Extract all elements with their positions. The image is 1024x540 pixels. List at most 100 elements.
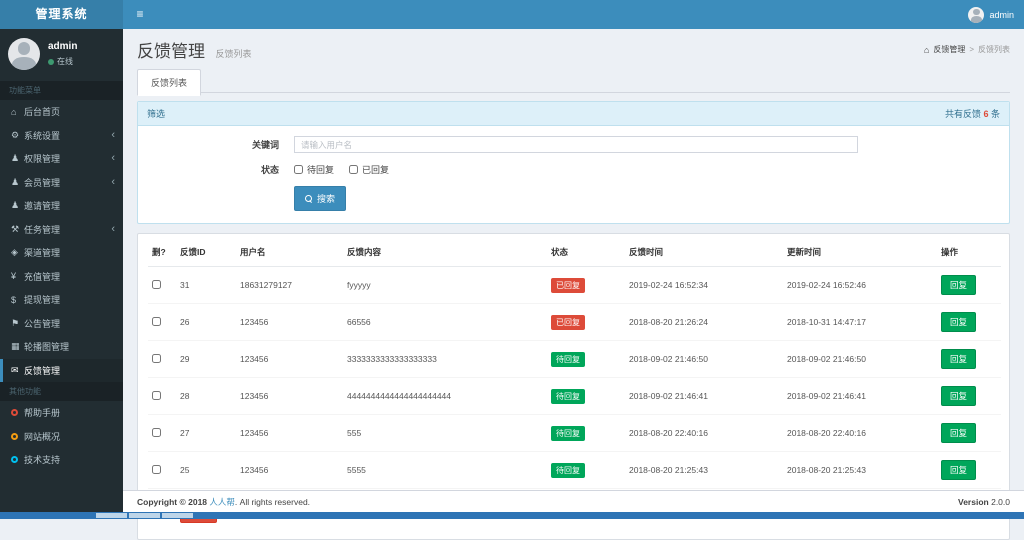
sidebar-item-label: 反馈管理 (24, 365, 61, 376)
sidebar-item[interactable]: ♟ 会员管理 ‹ (0, 171, 123, 195)
sidebar-item[interactable]: ⚑ 公告管理 (0, 312, 123, 336)
action-cell: 回复 (937, 303, 1001, 341)
sidebar-item[interactable]: ♟ 邀请管理 (0, 194, 123, 218)
tab-bar: 反馈列表 (137, 68, 1010, 96)
select-checkbox[interactable] (152, 279, 161, 289)
background-window-strip (0, 512, 1024, 519)
app-logo[interactable]: 管理系统 (0, 0, 123, 29)
sidebar-other-menu: 帮助手册 网站概况 技术支持 (0, 401, 123, 472)
topbar-user-menu[interactable]: admin (968, 0, 1014, 29)
sidebar-item[interactable]: ¥ 充值管理 (0, 265, 123, 289)
table-row: 31 18631279127 fyyyyy 已回复 2019-02-24 16:… (148, 266, 1001, 304)
user-avatar (968, 6, 985, 23)
column-header: 删? (148, 238, 176, 267)
brand-link[interactable]: 人人帮 (209, 497, 235, 507)
user-plus-icon: ♟ (11, 200, 20, 211)
users-icon: ♟ (11, 153, 20, 164)
reply-button[interactable]: 回复 (941, 349, 977, 369)
sidebar-menu: ⌂ 后台首页 ⚙ 系统设置 ‹ ♟ 权限管理 ‹ ♟ 会员管理 ‹ ♟ 邀请管理… (0, 100, 123, 382)
sidebar-item-label: 任务管理 (24, 224, 61, 235)
keyword-label: 关键词 (251, 140, 279, 150)
breadcrumb-home-link[interactable]: 反馈管理 (933, 44, 965, 55)
sidebar-item[interactable]: 网站概况 (0, 425, 123, 449)
update-time-cell: 2018-09-02 21:46:41 (783, 377, 937, 415)
reply-button[interactable]: 回复 (941, 423, 977, 443)
feedback-id-cell: 27 (176, 414, 236, 452)
sidebar-item[interactable]: ⌂ 后台首页 (0, 100, 123, 124)
feedback-id-cell: 25 (176, 451, 236, 489)
column-header: 状态 (547, 238, 625, 267)
reply-button[interactable]: 回复 (941, 460, 977, 480)
reply-button[interactable]: 回复 (941, 386, 977, 406)
tab-feedback-list[interactable]: 反馈列表 (137, 69, 202, 96)
action-cell: 回复 (937, 266, 1001, 304)
feedback-time-cell: 2018-08-20 21:26:24 (625, 303, 783, 341)
username-cell: 18631279127 (236, 266, 343, 304)
status-cell: 已回复 (547, 303, 625, 341)
status-checkbox-label: 待回复 (307, 165, 335, 175)
update-time-cell: 2018-08-20 22:40:16 (783, 414, 937, 452)
sidebar-user-name: admin (48, 41, 78, 52)
filter-panel: 筛选 共有反馈 6 条 关键词 状态 待回复 (137, 101, 1010, 224)
status-checkbox[interactable] (349, 165, 359, 174)
sidebar-item[interactable]: ♟ 权限管理 ‹ (0, 147, 123, 171)
select-cell (148, 451, 176, 489)
reply-button[interactable]: 回复 (941, 312, 977, 332)
home-icon: ⌂ (923, 44, 930, 55)
home-icon: ⌂ (11, 106, 17, 117)
search-button[interactable]: 搜索 (294, 186, 347, 211)
status-cell: 待回复 (547, 340, 625, 378)
sidebar-item[interactable]: ✉ 反馈管理 (0, 358, 123, 382)
sidebar-item-label: 网站概况 (24, 431, 61, 442)
other-section-label: 其他功能 (0, 382, 123, 401)
select-checkbox[interactable] (152, 464, 161, 474)
username-cell: 123456 (236, 303, 343, 341)
sidebar-item[interactable]: $ 提现管理 (0, 288, 123, 312)
filter-title: 筛选 (147, 109, 166, 119)
column-header: 反馈ID (176, 238, 236, 267)
table-row: 27 123456 555 待回复 2018-08-20 22:40:16 20… (148, 414, 1001, 452)
sidebar-item[interactable]: 技术支持 (0, 448, 123, 472)
sidebar-item-label: 提现管理 (24, 295, 61, 306)
update-time-cell: 2018-09-02 21:46:50 (783, 340, 937, 378)
sidebar-item-label: 渠道管理 (24, 248, 61, 259)
chevron-left-icon: ‹ (111, 128, 115, 141)
select-checkbox[interactable] (152, 390, 161, 400)
sidebar-item[interactable]: 帮助手册 (0, 401, 123, 425)
version-text: Version 2.0.0 (958, 496, 1010, 507)
sidebar-item-label: 充值管理 (24, 271, 61, 282)
action-cell: 回复 (937, 451, 1001, 489)
status-checkbox[interactable] (294, 165, 303, 174)
reply-button[interactable]: 回复 (941, 275, 977, 295)
select-cell (148, 414, 176, 452)
content-cell: fyyyyy (343, 266, 547, 304)
sidebar-item[interactable]: ◈ 渠道管理 (0, 241, 123, 265)
feedback-id-cell: 28 (176, 377, 236, 415)
sidebar-item[interactable]: ⚙ 系统设置 ‹ (0, 124, 123, 148)
sidebar-item[interactable]: ▦ 轮播图管理 (0, 335, 123, 359)
select-checkbox[interactable] (152, 316, 161, 326)
status-checkbox-option[interactable]: 已回复 (349, 163, 389, 176)
update-time-cell: 2019-02-24 16:52:46 (783, 266, 937, 304)
feedback-time-cell: 2019-02-24 16:52:34 (625, 266, 783, 304)
keyword-input[interactable] (294, 136, 858, 153)
chevron-left-icon: ‹ (111, 175, 115, 188)
status-badge: 已回复 (551, 314, 585, 330)
username-cell: 123456 (236, 340, 343, 378)
feedback-time-cell: 2018-08-20 21:25:43 (625, 451, 783, 489)
sidebar-item-label: 会员管理 (24, 177, 61, 188)
feedback-id-cell: 31 (176, 266, 236, 304)
status-checkbox-option[interactable]: 待回复 (294, 163, 334, 176)
status-cell: 已回复 (547, 266, 625, 304)
menu-section-label: 功能菜单 (0, 81, 123, 100)
sidebar-item-label: 轮播图管理 (24, 342, 70, 353)
hamburger-icon[interactable]: ≡ (123, 0, 157, 29)
select-checkbox[interactable] (152, 353, 161, 363)
status-label: 状态 (260, 165, 279, 175)
update-time-cell: 2018-08-20 21:25:43 (783, 451, 937, 489)
table-header-row: 删? 反馈ID 用户名 反馈内容 状态 反馈时间 更新时间 操作 (148, 238, 1001, 267)
filter-panel-header: 筛选 共有反馈 6 条 (138, 102, 1009, 126)
sidebar-item[interactable]: ⚒ 任务管理 ‹ (0, 218, 123, 242)
sidebar-item-label: 系统设置 (24, 130, 61, 141)
select-checkbox[interactable] (152, 427, 161, 437)
